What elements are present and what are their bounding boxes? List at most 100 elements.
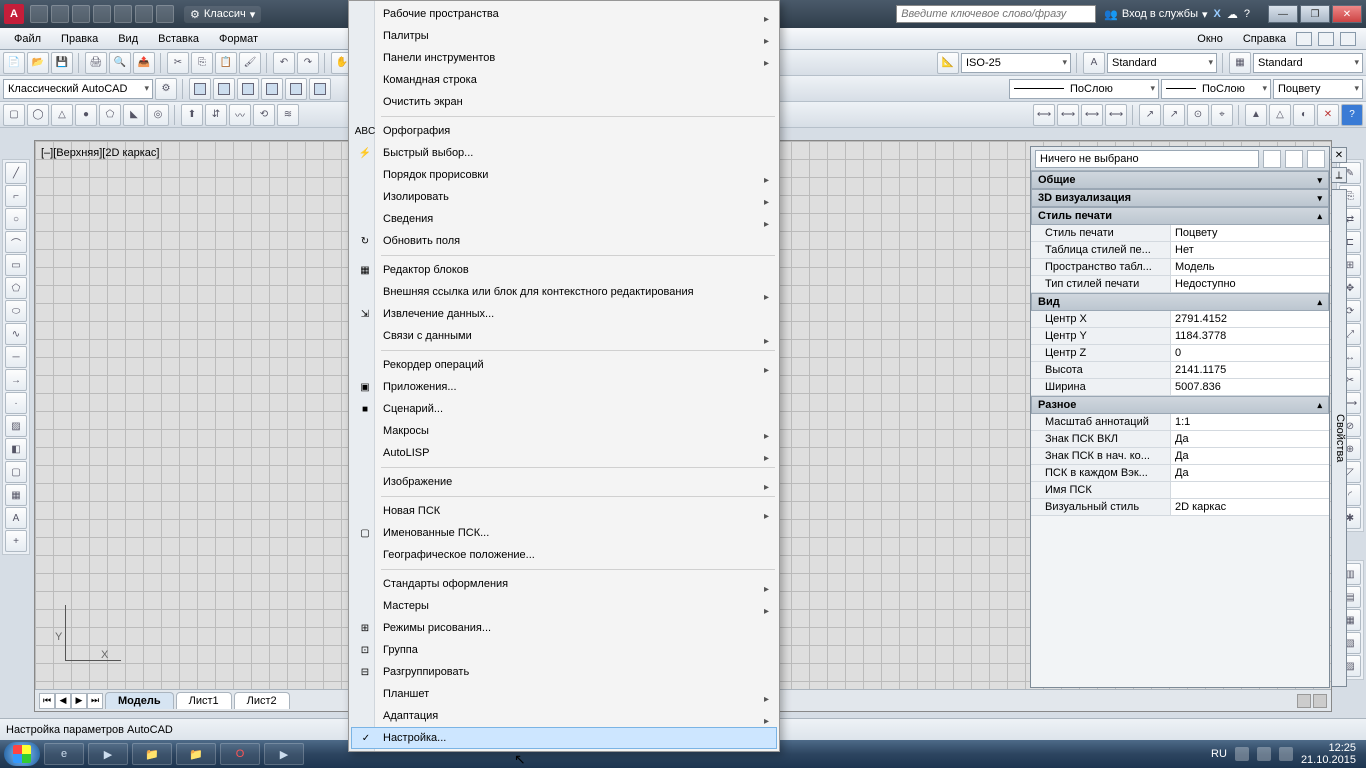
tray-flag-icon[interactable] bbox=[1235, 747, 1249, 761]
panel-pin-icon[interactable]: ⟂ bbox=[1331, 167, 1347, 183]
textstyle-combo[interactable]: Standard bbox=[1107, 53, 1217, 73]
start-button[interactable] bbox=[4, 742, 40, 766]
addselected-icon[interactable]: + bbox=[5, 530, 27, 552]
workspace-switcher[interactable]: ⚙ Классич ▾ bbox=[184, 6, 261, 23]
color-combo[interactable]: Поцвету bbox=[1273, 79, 1363, 99]
menu-file[interactable]: Файл bbox=[4, 30, 51, 48]
menu-item[interactable]: Порядок прорисовки bbox=[351, 164, 777, 186]
mdi-close-icon[interactable] bbox=[1340, 32, 1356, 46]
menu-item[interactable]: ⊟Разгруппировать bbox=[351, 661, 777, 683]
wedge-icon[interactable]: ◣ bbox=[123, 104, 145, 126]
point-icon[interactable]: · bbox=[5, 392, 27, 414]
textstyle-icon[interactable]: A bbox=[1083, 52, 1105, 74]
arc-icon[interactable]: ⌒ bbox=[5, 231, 27, 253]
xline-icon[interactable]: ─ bbox=[5, 346, 27, 368]
dim12-icon[interactable]: ✕ bbox=[1317, 104, 1339, 126]
menu-item[interactable]: ⇲Извлечение данных... bbox=[351, 303, 777, 325]
menu-item[interactable]: Очистить экран bbox=[351, 91, 777, 113]
close-button[interactable]: ✕ bbox=[1332, 5, 1362, 23]
loft-icon[interactable]: ≋ bbox=[277, 104, 299, 126]
tool5-icon[interactable] bbox=[285, 78, 307, 100]
qat-redo-icon[interactable] bbox=[156, 5, 174, 23]
pyramid-icon[interactable]: ⬠ bbox=[99, 104, 121, 126]
sweep-icon[interactable]: 〰 bbox=[229, 104, 251, 126]
menu-insert[interactable]: Вставка bbox=[148, 30, 209, 48]
menu-item[interactable]: ABCОрфография bbox=[351, 120, 777, 142]
qat-save-icon[interactable] bbox=[72, 5, 90, 23]
dim8-icon[interactable]: ⌖ bbox=[1211, 104, 1233, 126]
menu-item[interactable]: ⚡Быстрый выбор... bbox=[351, 142, 777, 164]
tablestyle-icon[interactable]: ▦ bbox=[1229, 52, 1251, 74]
qat-saveas-icon[interactable] bbox=[93, 5, 111, 23]
signin-button[interactable]: 👥 Вход в службы ▾ bbox=[1104, 8, 1207, 21]
menu-item[interactable]: Изолировать bbox=[351, 186, 777, 208]
layout-prev-icon[interactable]: ◀ bbox=[55, 693, 71, 709]
menu-item[interactable]: Рекордер операций bbox=[351, 354, 777, 376]
menu-item[interactable]: ⊡Группа bbox=[351, 639, 777, 661]
dim2-icon[interactable]: ⟷ bbox=[1057, 104, 1079, 126]
task-media-icon[interactable]: ▶ bbox=[88, 743, 128, 765]
dim7-icon[interactable]: ⊙ bbox=[1187, 104, 1209, 126]
maximize-button[interactable]: ❐ bbox=[1300, 5, 1330, 23]
menu-view[interactable]: Вид bbox=[108, 30, 148, 48]
menu-item[interactable]: Сведения bbox=[351, 208, 777, 230]
menu-item[interactable]: Мастеры bbox=[351, 595, 777, 617]
tool3-icon[interactable] bbox=[237, 78, 259, 100]
rect-icon[interactable]: ▭ bbox=[5, 254, 27, 276]
menu-item[interactable]: Внешняя ссылка или блок для контекстного… bbox=[351, 281, 777, 303]
menu-item[interactable]: AutoLISP bbox=[351, 442, 777, 464]
presspull-icon[interactable]: ⇵ bbox=[205, 104, 227, 126]
pline-icon[interactable]: ⌐ bbox=[5, 185, 27, 207]
revolve-icon[interactable]: ⟲ bbox=[253, 104, 275, 126]
task-app-icon[interactable]: ▶ bbox=[264, 743, 304, 765]
cat-view[interactable]: Вид▴ bbox=[1031, 293, 1329, 311]
tray-network-icon[interactable] bbox=[1257, 747, 1271, 761]
undo-icon[interactable]: ↶ bbox=[273, 52, 295, 74]
dim9-icon[interactable]: ▲ bbox=[1245, 104, 1267, 126]
task-ie-icon[interactable]: e bbox=[44, 743, 84, 765]
search-input[interactable] bbox=[896, 5, 1096, 23]
dimhelp-icon[interactable]: ? bbox=[1341, 104, 1363, 126]
gradient-icon[interactable]: ◧ bbox=[5, 438, 27, 460]
panel-title[interactable]: Свойства bbox=[1331, 189, 1347, 687]
menu-item[interactable]: Новая ПСК bbox=[351, 500, 777, 522]
box-icon[interactable]: ▢ bbox=[3, 104, 25, 126]
menu-format[interactable]: Формат bbox=[209, 30, 268, 48]
menu-edit[interactable]: Правка bbox=[51, 30, 108, 48]
mdi-minimize-icon[interactable] bbox=[1296, 32, 1312, 46]
sphere-icon[interactable]: ● bbox=[75, 104, 97, 126]
hscroll-left-icon[interactable] bbox=[1297, 694, 1311, 708]
mdi-restore-icon[interactable] bbox=[1318, 32, 1334, 46]
menu-help[interactable]: Справка bbox=[1233, 30, 1296, 48]
gear-icon[interactable]: ⚙ bbox=[155, 78, 177, 100]
pickadd-icon[interactable] bbox=[1263, 150, 1281, 168]
qat-open-icon[interactable] bbox=[51, 5, 69, 23]
tab-model[interactable]: Модель bbox=[105, 692, 174, 709]
task-explorer2-icon[interactable]: 📁 bbox=[176, 743, 216, 765]
dimstyle-combo[interactable]: ISO-25 bbox=[961, 53, 1071, 73]
minimize-button[interactable]: — bbox=[1268, 5, 1298, 23]
extrude-icon[interactable]: ⬆ bbox=[181, 104, 203, 126]
cut-icon[interactable]: ✂ bbox=[167, 52, 189, 74]
menu-item[interactable]: ▢Именованные ПСК... bbox=[351, 522, 777, 544]
dimstyle-icon[interactable]: 📐 bbox=[937, 52, 959, 74]
menu-window[interactable]: Окно bbox=[1187, 30, 1233, 48]
dim4-icon[interactable]: ⟷ bbox=[1105, 104, 1127, 126]
menu-item[interactable]: Стандарты оформления bbox=[351, 573, 777, 595]
panel-close-icon[interactable]: ✕ bbox=[1331, 147, 1347, 163]
line-icon[interactable]: ╱ bbox=[5, 162, 27, 184]
cat-misc[interactable]: Разное▴ bbox=[1031, 396, 1329, 414]
lineweight-combo[interactable]: ПоСлою bbox=[1161, 79, 1271, 99]
torus-icon[interactable]: ◎ bbox=[147, 104, 169, 126]
publish-icon[interactable]: 📤 bbox=[133, 52, 155, 74]
task-explorer-icon[interactable]: 📁 bbox=[132, 743, 172, 765]
tool2-icon[interactable] bbox=[213, 78, 235, 100]
qat-plot-icon[interactable] bbox=[114, 5, 132, 23]
cat-plotstyle[interactable]: Стиль печати▴ bbox=[1031, 207, 1329, 225]
lang-indicator[interactable]: RU bbox=[1211, 748, 1227, 760]
paste-icon[interactable]: 📋 bbox=[215, 52, 237, 74]
menu-item[interactable]: Макросы bbox=[351, 420, 777, 442]
menu-item[interactable]: ■Сценарий... bbox=[351, 398, 777, 420]
menu-item[interactable]: ▣Приложения... bbox=[351, 376, 777, 398]
task-opera-icon[interactable]: O bbox=[220, 743, 260, 765]
